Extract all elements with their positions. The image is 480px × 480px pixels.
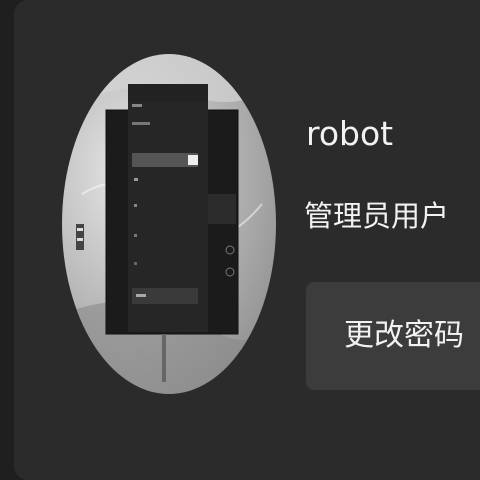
username: robot [306, 114, 394, 153]
user-role: 管理员用户 [304, 199, 450, 233]
change-password-button[interactable]: 更改密码 [306, 282, 480, 390]
profile-panel: robot 管理员用户 更改密码 [14, 0, 480, 480]
avatar-image [62, 54, 276, 394]
avatar[interactable] [62, 54, 276, 394]
